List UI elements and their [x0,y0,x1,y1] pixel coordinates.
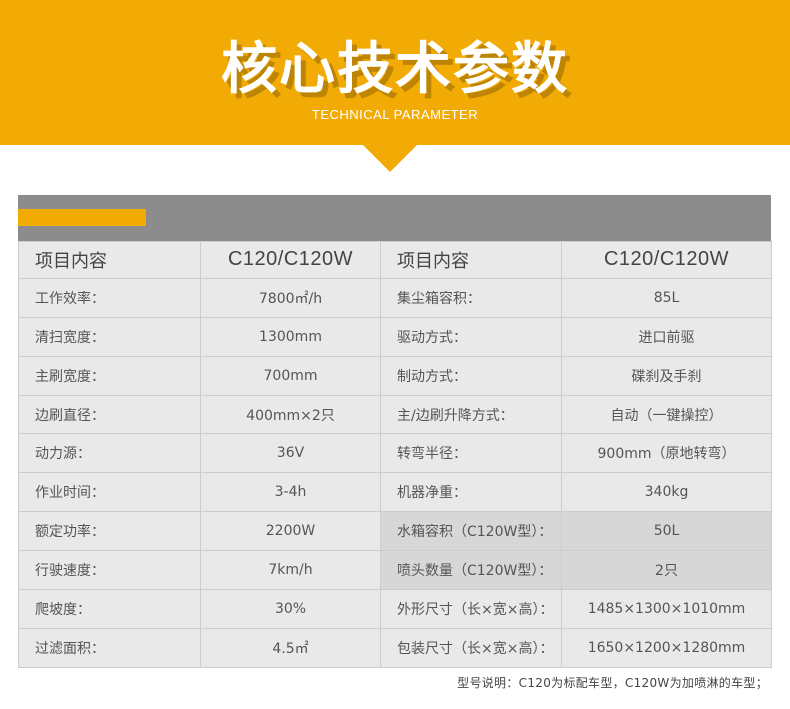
spec-label: 边刷直径： [18,394,201,435]
spec-value: 3-4h [200,472,381,513]
model-footnote: 型号说明：C120为标配车型，C120W为加喷淋的车型； [457,676,768,690]
spec-label: 作业时间： [18,472,201,513]
spec-label: 行驶速度： [18,550,201,591]
spec-value: 36V [200,433,381,474]
spec-label: 主/边刷升降方式： [380,394,562,435]
spec-value: 30% [200,589,381,630]
spec-value: 进口前驱 [561,316,772,357]
table-row: 行驶速度： 7km/h 喷头数量（C120W型）： 2只 [18,550,772,591]
spec-label: 清扫宽度： [18,316,201,357]
table-row: 过滤面积： 4.5㎡ 包装尺寸（长×宽×高）： 1650×1200×1280mm [18,628,772,668]
table-row: 额定功率： 2200W 水箱容积（C120W型）： 50L [18,511,772,552]
spec-value: 7km/h [200,550,381,591]
spec-label: 动力源： [18,433,201,474]
spec-label: 转弯半径： [380,433,562,474]
banner-arrow-icon [362,144,418,172]
header-banner: 核心技术参数 TECHNICAL PARAMETER [0,0,790,145]
spec-value: 碟刹及手刹 [561,355,772,396]
table-row: 爬坡度： 30% 外形尺寸（长×宽×高）： 1485×1300×1010mm [18,589,772,630]
spec-label: 制动方式： [380,355,562,396]
spec-value: 7800㎡/h [200,277,381,318]
spec-value: 340kg [561,472,772,513]
spec-value: 自动（一键操控） [561,394,772,435]
spec-value: 900mm（原地转弯） [561,433,772,474]
spec-label: 额定功率： [18,511,201,552]
table-row: 清扫宽度： 1300mm 驱动方式： 进口前驱 [18,316,772,357]
spec-value: 1650×1200×1280mm [561,628,772,668]
column-header: 项目内容 [18,241,201,279]
column-header: C120/C120W [561,241,772,279]
spec-value: 50L [561,511,772,552]
page-title: 核心技术参数 [221,37,569,102]
spec-value: 400mm×2只 [200,394,381,435]
spec-value: 85L [561,277,772,318]
spec-label: 过滤面积： [18,628,201,668]
spec-label: 集尘箱容积： [380,277,562,318]
spec-label: 外形尺寸（长×宽×高）： [380,589,562,630]
spec-value: 2200W [200,511,381,552]
table-row: 动力源： 36V 转弯半径： 900mm（原地转弯） [18,433,772,474]
spec-value: 2只 [561,550,772,591]
spec-value: 1300mm [200,316,381,357]
spec-label: 主刷宽度： [18,355,201,396]
spec-value: 4.5㎡ [200,628,381,668]
table-row: 主刷宽度： 700mm 制动方式： 碟刹及手刹 [18,355,772,396]
spec-label: 水箱容积（C120W型）： [380,511,562,552]
spec-table: 项目内容 C120/C120W 项目内容 C120/C120W 工作效率： 78… [18,241,772,668]
table-header-row: 项目内容 C120/C120W 项目内容 C120/C120W [18,241,772,279]
column-header: 项目内容 [380,241,562,279]
spec-value: 700mm [200,355,381,396]
spec-label: 工作效率： [18,277,201,318]
page-subtitle: TECHNICAL PARAMETER [311,107,479,122]
column-header: C120/C120W [200,241,381,279]
spec-value: 1485×1300×1010mm [561,589,772,630]
spec-label: 包装尺寸（长×宽×高）： [380,628,562,668]
table-row: 工作效率： 7800㎡/h 集尘箱容积： 85L [18,277,772,318]
spec-label: 喷头数量（C120W型）： [380,550,562,591]
spec-label: 爬坡度： [18,589,201,630]
accent-strip [18,209,146,226]
spec-label: 驱动方式： [380,316,562,357]
spec-label: 机器净重： [380,472,562,513]
table-row: 作业时间： 3-4h 机器净重： 340kg [18,472,772,513]
table-row: 边刷直径： 400mm×2只 主/边刷升降方式： 自动（一键操控） [18,394,772,435]
